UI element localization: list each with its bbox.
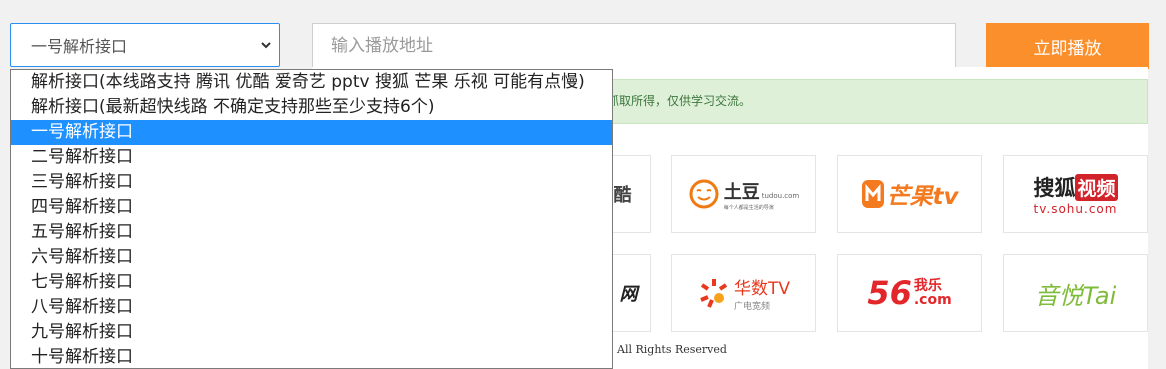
dropdown-option[interactable]: 八号解析接口 — [11, 295, 612, 320]
wasu-label: 华数TV — [733, 279, 790, 299]
play-url-input[interactable] — [312, 23, 956, 69]
dropdown-option[interactable]: 九号解析接口 — [11, 320, 612, 345]
platform-wasu[interactable]: 华数TV 广电宽频 — [671, 254, 816, 332]
dropdown-option-selected[interactable]: 一号解析接口 — [11, 120, 612, 145]
interface-dropdown-list[interactable]: 解析接口(本线路支持 腾讯 优酷 爱奇艺 pptv 搜狐 芒果 乐视 可能有点慢… — [10, 69, 613, 369]
platform-mango[interactable]: 芒果tv — [837, 155, 982, 233]
mango-label: 芒果tv — [886, 184, 959, 210]
wasu-tagline: 广电宽频 — [733, 302, 770, 312]
dropdown-option[interactable]: 解析接口(最新超快线路 不确定支持那些至少支持6个) — [11, 95, 612, 120]
56-label: 56 — [867, 274, 912, 312]
dropdown-option[interactable]: 三号解析接口 — [11, 170, 612, 195]
56-logo-icon: 56 我乐 .com — [867, 274, 951, 312]
copyright-text: All Rights Reserved — [617, 343, 727, 356]
notice-text: 抓取所得，仅供学习交流。 — [607, 94, 752, 108]
tudou-domain: tudou.com — [761, 191, 800, 200]
dropdown-option[interactable]: 五号解析接口 — [11, 220, 612, 245]
mango-logo-icon: 芒果tv — [861, 177, 959, 211]
dropdown-option[interactable]: 二号解析接口 — [11, 145, 612, 170]
tudou-logo-icon: 土豆 tudou.com 每个人都是生活的导演 — [688, 178, 800, 211]
platform-yinyuetai[interactable]: 音悦Tai — [1003, 254, 1148, 332]
play-now-button[interactable]: 立即播放 — [986, 23, 1149, 69]
platform-sohu[interactable]: 搜狐 视频 tv.sohu.com — [1003, 155, 1148, 233]
chevron-down-icon — [261, 42, 271, 49]
platform-56[interactable]: 56 我乐 .com — [837, 254, 982, 332]
yinyuetai-logo-icon: 音悦Tai — [1034, 281, 1117, 310]
interface-select-value: 一号解析接口 — [31, 37, 128, 56]
tudou-face-icon — [689, 179, 719, 209]
56-badge: 我乐 — [913, 278, 942, 294]
notice-banner: 抓取所得，仅供学习交流。 — [590, 79, 1148, 124]
dropdown-option[interactable]: 七号解析接口 — [11, 270, 612, 295]
sohu-domain: tv.sohu.com — [1033, 202, 1118, 216]
sohu-logo-icon: 搜狐 视频 tv.sohu.com — [1033, 172, 1118, 216]
wasu-logo-icon: 华数TV 广电宽频 — [697, 274, 790, 312]
platform-tudou[interactable]: 土豆 tudou.com 每个人都是生活的导演 — [671, 155, 816, 233]
mango-m-icon — [861, 180, 884, 208]
sohu-label: 搜狐 — [1033, 176, 1076, 200]
sohu-video-badge: 视频 — [1075, 173, 1118, 201]
wasu-burst-icon — [700, 279, 728, 308]
dropdown-option[interactable]: 六号解析接口 — [11, 245, 612, 270]
interface-select[interactable]: 一号解析接口 — [10, 23, 280, 67]
tudou-label: 土豆 — [723, 181, 760, 203]
56-domain: .com — [913, 292, 952, 308]
dropdown-option[interactable]: 四号解析接口 — [11, 195, 612, 220]
partial-logo-icon: 网 — [619, 284, 638, 305]
tudou-tagline: 每个人都是生活的导演 — [723, 204, 774, 211]
dropdown-option[interactable]: 解析接口(本线路支持 腾讯 优酷 爱奇艺 pptv 搜狐 芒果 乐视 可能有点慢… — [11, 70, 612, 95]
dropdown-option[interactable]: 十号解析接口 — [11, 345, 612, 368]
